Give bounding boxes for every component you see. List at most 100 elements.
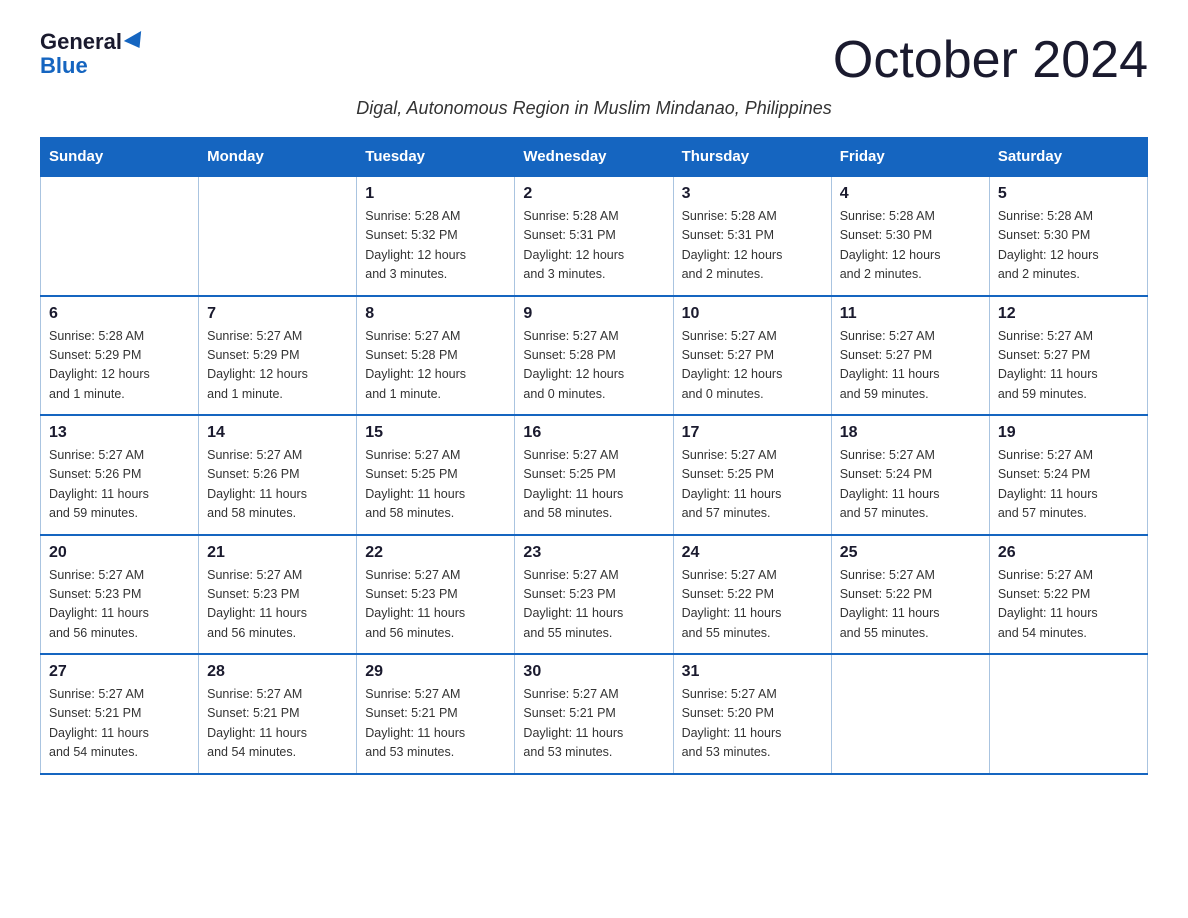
calendar-cell: 29 Sunrise: 5:27 AMSunset: 5:21 PMDayligh…: [357, 654, 515, 774]
calendar-week-row: 6 Sunrise: 5:28 AMSunset: 5:29 PMDaylight…: [41, 296, 1148, 416]
day-info: Sunrise: 5:28 AMSunset: 5:29 PMDaylight:…: [49, 327, 190, 405]
day-number: 25: [840, 544, 981, 562]
calendar-week-row: 13 Sunrise: 5:27 AMSunset: 5:26 PMDayligh…: [41, 415, 1148, 535]
day-number: 11: [840, 305, 981, 323]
calendar-cell: 20 Sunrise: 5:27 AMSunset: 5:23 PMDayligh…: [41, 535, 199, 655]
weekday-header-thursday: Thursday: [673, 138, 831, 177]
weekday-header-friday: Friday: [831, 138, 989, 177]
day-number: 5: [998, 185, 1139, 203]
day-number: 30: [523, 663, 664, 681]
day-info: Sunrise: 5:27 AMSunset: 5:21 PMDaylight:…: [207, 685, 348, 763]
day-info: Sunrise: 5:27 AMSunset: 5:22 PMDaylight:…: [840, 566, 981, 644]
logo-triangle-icon: [124, 31, 148, 53]
day-number: 16: [523, 424, 664, 442]
calendar-cell: 28 Sunrise: 5:27 AMSunset: 5:21 PMDayligh…: [199, 654, 357, 774]
day-number: 2: [523, 185, 664, 203]
day-info: Sunrise: 5:27 AMSunset: 5:24 PMDaylight:…: [840, 446, 981, 524]
calendar-cell: 1Sunrise: 5:28 AMSunset: 5:32 PMDaylight…: [357, 176, 515, 296]
day-number: 31: [682, 663, 823, 681]
calendar-cell: 21Sunrise: 5:27 AMSunset: 5:23 PMDayligh…: [199, 535, 357, 655]
calendar-cell: 23 Sunrise: 5:27 AMSunset: 5:23 PMDayligh…: [515, 535, 673, 655]
calendar-cell: 27 Sunrise: 5:27 AMSunset: 5:21 PMDayligh…: [41, 654, 199, 774]
logo: General Blue: [40, 30, 146, 78]
day-info: Sunrise: 5:27 AMSunset: 5:21 PMDaylight:…: [523, 685, 664, 763]
day-number: 17: [682, 424, 823, 442]
day-info: Sunrise: 5:27 AMSunset: 5:27 PMDaylight:…: [682, 327, 823, 405]
calendar-cell: 26Sunrise: 5:27 AMSunset: 5:22 PMDayligh…: [989, 535, 1147, 655]
calendar-cell: 5Sunrise: 5:28 AMSunset: 5:30 PMDaylight…: [989, 176, 1147, 296]
day-info: Sunrise: 5:27 AMSunset: 5:27 PMDaylight:…: [840, 327, 981, 405]
day-number: 22: [365, 544, 506, 562]
day-info: Sunrise: 5:27 AMSunset: 5:21 PMDaylight:…: [49, 685, 190, 763]
day-info: Sunrise: 5:27 AMSunset: 5:23 PMDaylight:…: [365, 566, 506, 644]
calendar-cell: 18 Sunrise: 5:27 AMSunset: 5:24 PMDayligh…: [831, 415, 989, 535]
day-number: 26: [998, 544, 1139, 562]
day-number: 20: [49, 544, 190, 562]
calendar-body: 1Sunrise: 5:28 AMSunset: 5:32 PMDaylight…: [41, 176, 1148, 774]
calendar-cell: 13 Sunrise: 5:27 AMSunset: 5:26 PMDayligh…: [41, 415, 199, 535]
day-info: Sunrise: 5:27 AMSunset: 5:26 PMDaylight:…: [49, 446, 190, 524]
calendar-cell: 2 Sunrise: 5:28 AMSunset: 5:31 PMDaylight…: [515, 176, 673, 296]
day-number: 7: [207, 305, 348, 323]
calendar-cell: 7 Sunrise: 5:27 AMSunset: 5:29 PMDaylight…: [199, 296, 357, 416]
day-number: 10: [682, 305, 823, 323]
page-header: General Blue October 2024: [40, 30, 1148, 90]
day-number: 9: [523, 305, 664, 323]
location-subtitle: Digal, Autonomous Region in Muslim Minda…: [40, 98, 1148, 119]
day-info: Sunrise: 5:27 AMSunset: 5:28 PMDaylight:…: [523, 327, 664, 405]
day-number: 13: [49, 424, 190, 442]
day-info: Sunrise: 5:28 AMSunset: 5:31 PMDaylight:…: [682, 207, 823, 285]
calendar-cell: 24 Sunrise: 5:27 AMSunset: 5:22 PMDayligh…: [673, 535, 831, 655]
day-info: Sunrise: 5:28 AMSunset: 5:31 PMDaylight:…: [523, 207, 664, 285]
calendar-cell: 25 Sunrise: 5:27 AMSunset: 5:22 PMDayligh…: [831, 535, 989, 655]
day-info: Sunrise: 5:27 AMSunset: 5:29 PMDaylight:…: [207, 327, 348, 405]
calendar-cell: [989, 654, 1147, 774]
calendar-cell: [831, 654, 989, 774]
month-title: October 2024: [833, 30, 1148, 90]
calendar-cell: 12Sunrise: 5:27 AMSunset: 5:27 PMDayligh…: [989, 296, 1147, 416]
day-number: 27: [49, 663, 190, 681]
day-info: Sunrise: 5:27 AMSunset: 5:22 PMDaylight:…: [682, 566, 823, 644]
calendar-cell: 30 Sunrise: 5:27 AMSunset: 5:21 PMDayligh…: [515, 654, 673, 774]
calendar-cell: 22 Sunrise: 5:27 AMSunset: 5:23 PMDayligh…: [357, 535, 515, 655]
day-info: Sunrise: 5:27 AMSunset: 5:23 PMDaylight:…: [207, 566, 348, 644]
calendar-week-row: 27 Sunrise: 5:27 AMSunset: 5:21 PMDayligh…: [41, 654, 1148, 774]
day-info: Sunrise: 5:27 AMSunset: 5:23 PMDaylight:…: [523, 566, 664, 644]
calendar-cell: [199, 176, 357, 296]
day-info: Sunrise: 5:27 AMSunset: 5:23 PMDaylight:…: [49, 566, 190, 644]
calendar-table: SundayMondayTuesdayWednesdayThursdayFrid…: [40, 137, 1148, 775]
day-info: Sunrise: 5:27 AMSunset: 5:25 PMDaylight:…: [682, 446, 823, 524]
weekday-header-monday: Monday: [199, 138, 357, 177]
calendar-cell: 16Sunrise: 5:27 AMSunset: 5:25 PMDayligh…: [515, 415, 673, 535]
calendar-cell: 11 Sunrise: 5:27 AMSunset: 5:27 PMDayligh…: [831, 296, 989, 416]
weekday-header-wednesday: Wednesday: [515, 138, 673, 177]
day-number: 24: [682, 544, 823, 562]
calendar-cell: 9 Sunrise: 5:27 AMSunset: 5:28 PMDaylight…: [515, 296, 673, 416]
weekday-header-row: SundayMondayTuesdayWednesdayThursdayFrid…: [41, 138, 1148, 177]
day-number: 28: [207, 663, 348, 681]
day-info: Sunrise: 5:27 AMSunset: 5:28 PMDaylight:…: [365, 327, 506, 405]
weekday-header-sunday: Sunday: [41, 138, 199, 177]
day-number: 1: [365, 185, 506, 203]
day-info: Sunrise: 5:28 AMSunset: 5:30 PMDaylight:…: [840, 207, 981, 285]
day-info: Sunrise: 5:27 AMSunset: 5:24 PMDaylight:…: [998, 446, 1139, 524]
calendar-cell: [41, 176, 199, 296]
day-number: 29: [365, 663, 506, 681]
weekday-header-tuesday: Tuesday: [357, 138, 515, 177]
logo-blue-text: Blue: [40, 53, 88, 78]
calendar-cell: 3 Sunrise: 5:28 AMSunset: 5:31 PMDaylight…: [673, 176, 831, 296]
calendar-cell: 8 Sunrise: 5:27 AMSunset: 5:28 PMDaylight…: [357, 296, 515, 416]
day-info: Sunrise: 5:27 AMSunset: 5:21 PMDaylight:…: [365, 685, 506, 763]
day-number: 6: [49, 305, 190, 323]
day-number: 4: [840, 185, 981, 203]
day-info: Sunrise: 5:27 AMSunset: 5:25 PMDaylight:…: [365, 446, 506, 524]
day-number: 8: [365, 305, 506, 323]
day-number: 14: [207, 424, 348, 442]
day-number: 23: [523, 544, 664, 562]
calendar-cell: 10 Sunrise: 5:27 AMSunset: 5:27 PMDayligh…: [673, 296, 831, 416]
logo-general-text: General: [40, 30, 122, 54]
day-info: Sunrise: 5:27 AMSunset: 5:27 PMDaylight:…: [998, 327, 1139, 405]
day-number: 18: [840, 424, 981, 442]
calendar-cell: 6 Sunrise: 5:28 AMSunset: 5:29 PMDaylight…: [41, 296, 199, 416]
day-number: 3: [682, 185, 823, 203]
